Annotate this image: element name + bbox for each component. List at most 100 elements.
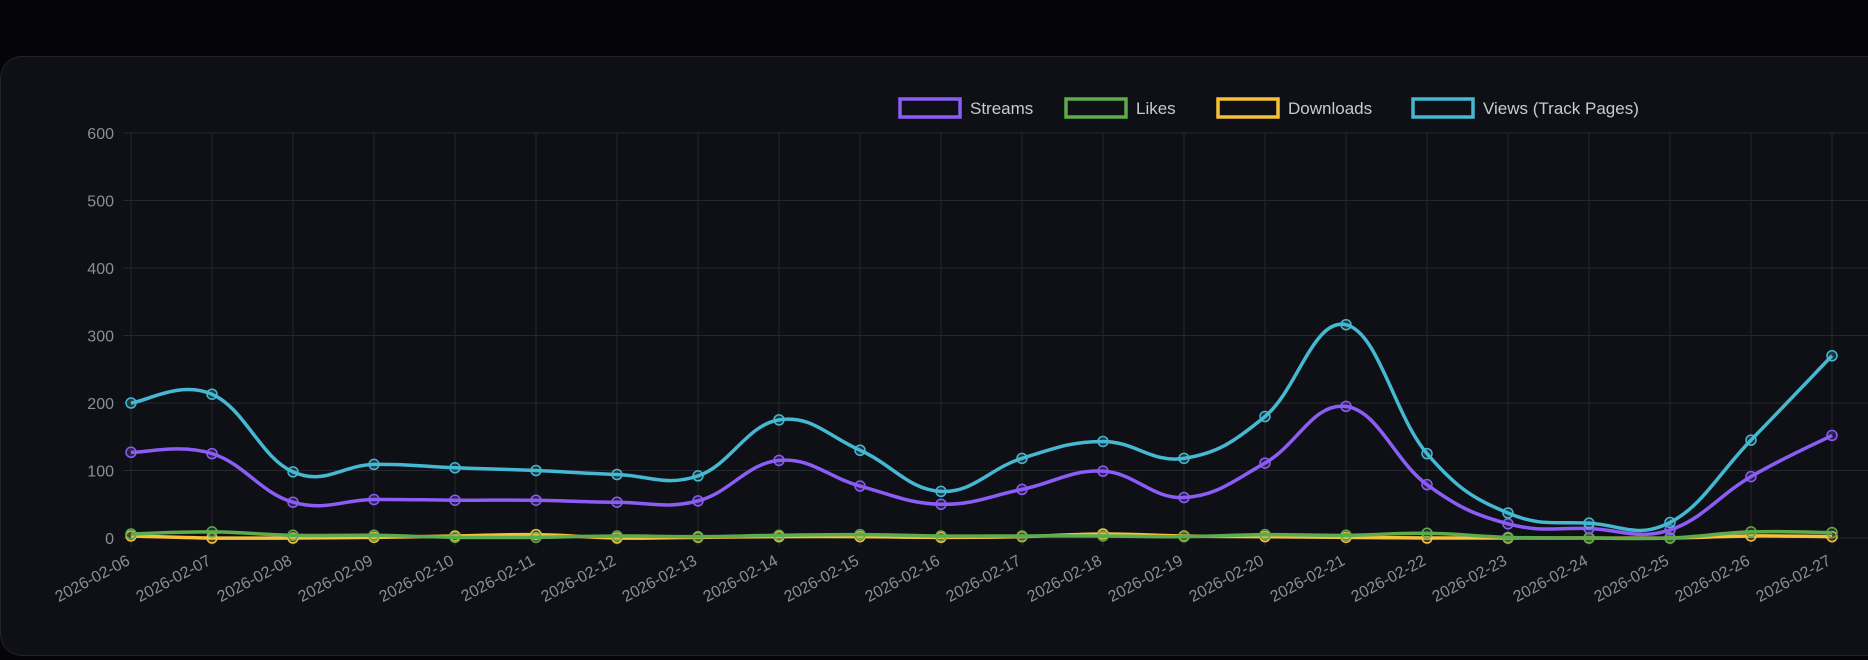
x-tick-label: 2026-02-26	[1673, 552, 1753, 605]
y-tick-label: 0	[105, 531, 114, 548]
legend-label: Likes	[1136, 99, 1176, 118]
data-point-views-track-pages	[1664, 516, 1676, 529]
x-tick-label: 2026-02-24	[1511, 552, 1591, 605]
data-point-views-track-pages	[692, 470, 704, 482]
data-point-streams	[125, 446, 137, 459]
data-point-views-track-pages	[449, 462, 461, 474]
series-lines	[125, 318, 1838, 544]
legend-label: Views (Track Pages)	[1483, 99, 1639, 118]
data-point-streams	[287, 496, 299, 508]
legend-swatch	[1064, 97, 1128, 119]
x-tick-label: 2026-02-06	[53, 552, 133, 605]
y-axis: 0 100 200 300 400 500 600	[87, 126, 114, 548]
data-point-streams	[854, 480, 866, 492]
x-tick-label: 2026-02-14	[701, 552, 781, 605]
x-tick-label: 2026-02-25	[1592, 552, 1672, 605]
legend-swatch	[898, 97, 962, 119]
data-point-views-track-pages	[368, 458, 380, 471]
data-point-streams	[1745, 470, 1757, 483]
data-point-views-track-pages	[1421, 447, 1433, 460]
data-point-likes	[125, 528, 137, 540]
data-point-likes	[287, 529, 299, 542]
data-point-streams	[1502, 518, 1514, 530]
legend-swatch	[1216, 97, 1280, 119]
data-point-streams	[611, 496, 623, 508]
y-tick-label: 200	[87, 396, 114, 413]
data-point-views-track-pages	[1826, 350, 1838, 362]
data-point-streams	[449, 494, 461, 506]
data-point-views-track-pages	[1583, 517, 1595, 529]
x-tick-label: 2026-02-11	[459, 552, 538, 605]
data-point-streams	[1421, 478, 1433, 491]
data-point-likes	[449, 531, 461, 544]
legend-label: Streams	[970, 99, 1033, 118]
data-point-streams	[530, 494, 542, 506]
x-tick-label: 2026-02-17	[944, 552, 1024, 605]
legend-label: Downloads	[1288, 99, 1372, 118]
data-point-likes	[611, 530, 623, 542]
legend-item-likes[interactable]: Likes	[1064, 97, 1176, 119]
x-tick-label: 2026-02-21	[1268, 552, 1348, 605]
y-tick-label: 500	[87, 194, 114, 211]
legend-item-streams[interactable]: Streams	[898, 97, 1033, 119]
data-point-views-track-pages	[1340, 318, 1352, 331]
series-streams	[125, 400, 1838, 537]
x-tick-label: 2026-02-13	[620, 552, 700, 605]
x-tick-label: 2026-02-10	[377, 552, 457, 605]
data-point-likes	[692, 530, 704, 543]
data-point-likes	[1583, 532, 1595, 544]
y-tick-label: 600	[87, 126, 114, 143]
x-tick-label: 2026-02-07	[134, 552, 214, 605]
x-tick-label: 2026-02-09	[296, 552, 376, 605]
x-tick-label: 2026-02-27	[1754, 552, 1834, 605]
data-point-streams	[368, 493, 380, 506]
data-point-views-track-pages	[611, 468, 623, 481]
legend-item-views-track-pages[interactable]: Views (Track Pages)	[1411, 97, 1639, 119]
x-tick-label: 2026-02-08	[215, 552, 295, 605]
x-tick-label: 2026-02-22	[1349, 552, 1429, 605]
data-point-streams	[1826, 429, 1838, 442]
data-point-likes	[1502, 531, 1514, 544]
data-point-views-track-pages	[935, 485, 947, 498]
data-point-likes	[1826, 526, 1838, 539]
x-tick-label: 2026-02-18	[1025, 552, 1105, 605]
data-point-streams	[1097, 465, 1109, 477]
line-chart: 0 100 200 300 400 500 600 2026-02-06 2026-02-07…	[53, 97, 1868, 606]
data-point-views-track-pages	[773, 414, 785, 426]
x-axis: 2026-02-06 2026-02-07 2026-02-08 2026-02-09…	[53, 552, 1834, 605]
data-point-likes	[368, 529, 380, 542]
legend[interactable]: Streams Likes Downloads Views (Track Pages)	[898, 97, 1639, 119]
data-point-views-track-pages	[206, 388, 218, 400]
y-tick-label: 300	[87, 329, 114, 346]
y-tick-label: 100	[87, 464, 114, 481]
data-point-streams	[1340, 400, 1352, 413]
legend-swatch	[1411, 97, 1475, 119]
data-point-likes	[1097, 530, 1109, 542]
x-tick-label: 2026-02-23	[1430, 552, 1510, 605]
x-tick-label: 2026-02-19	[1106, 552, 1186, 605]
data-point-likes	[530, 531, 542, 544]
data-point-likes	[935, 530, 947, 542]
data-point-streams	[935, 498, 947, 510]
data-point-views-track-pages	[287, 466, 299, 478]
grid	[123, 132, 1868, 546]
data-point-views-track-pages	[1178, 452, 1190, 465]
x-tick-label: 2026-02-12	[539, 552, 619, 605]
x-tick-label: 2026-02-15	[782, 552, 862, 605]
data-point-views-track-pages	[125, 397, 137, 409]
data-point-likes	[1016, 530, 1028, 542]
data-point-streams	[1259, 457, 1271, 469]
data-point-streams	[206, 447, 218, 460]
data-point-likes	[773, 529, 785, 542]
legend-item-downloads[interactable]: Downloads	[1216, 97, 1372, 119]
data-point-views-track-pages	[1097, 435, 1109, 448]
data-point-likes	[1340, 529, 1352, 542]
data-point-likes	[1421, 527, 1433, 540]
y-tick-label: 400	[87, 261, 114, 278]
data-point-views-track-pages	[854, 444, 866, 456]
data-point-likes	[854, 528, 866, 541]
data-point-streams	[773, 454, 785, 467]
data-point-likes	[206, 526, 218, 538]
data-point-views-track-pages	[1016, 452, 1028, 465]
data-point-streams	[1016, 483, 1028, 496]
